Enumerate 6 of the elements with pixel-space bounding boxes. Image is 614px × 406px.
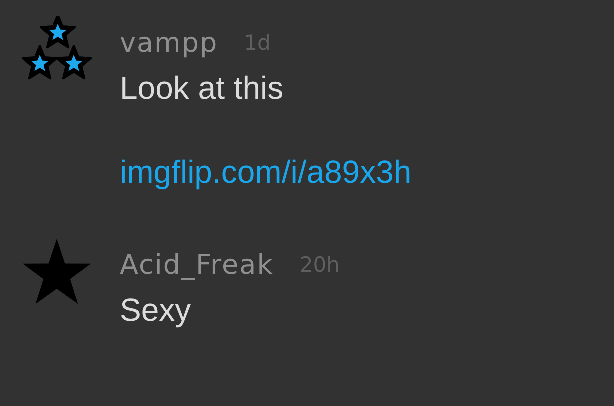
comment-link[interactable]: imgflip.com/i/a89x3h [120, 154, 412, 190]
username[interactable]: Acid_Freak [120, 250, 274, 280]
comment-text: Look at this [120, 69, 285, 108]
comment-text: Sexy [120, 291, 192, 330]
username[interactable]: vampp [120, 28, 218, 58]
star-avatar-icon [22, 238, 92, 306]
